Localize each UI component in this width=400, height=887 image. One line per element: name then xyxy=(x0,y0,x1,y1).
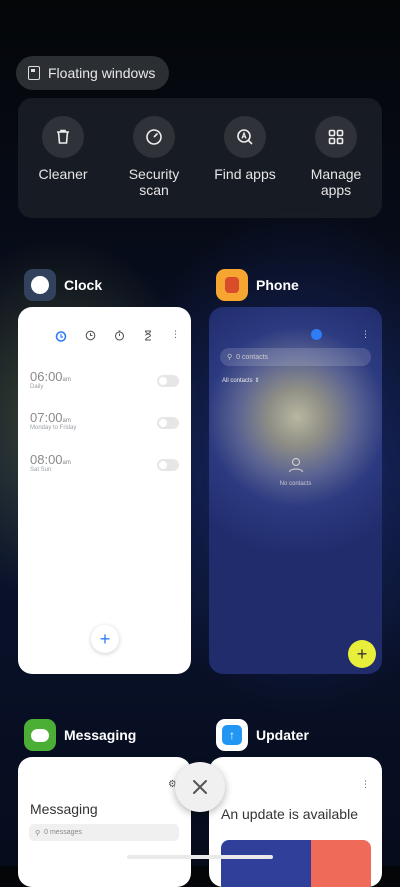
updater-app-icon: ↑ xyxy=(216,719,248,751)
close-all-button[interactable] xyxy=(175,762,225,812)
messaging-app-card[interactable]: ⚙ Messaging ⚲ 0 messages xyxy=(18,757,191,887)
manage-apps-button[interactable]: Manage apps xyxy=(291,116,381,198)
contacts-filter[interactable]: All contacts ⇕ xyxy=(222,377,259,384)
clock-app-name: Clock xyxy=(64,277,103,293)
trash-icon xyxy=(57,129,69,144)
updater-app-card[interactable]: ⋮ An update is available xyxy=(209,757,382,887)
clock-app-icon xyxy=(24,269,56,301)
alarm-row[interactable]: 08:00am Sat Sun xyxy=(30,452,71,473)
stopwatch-tab-icon[interactable] xyxy=(114,330,125,341)
updater-app-header[interactable]: ↑ Updater xyxy=(216,719,309,751)
update-message: An update is available xyxy=(221,806,358,822)
messaging-title: Messaging xyxy=(30,801,98,817)
search-a-icon xyxy=(237,129,253,145)
more-options-icon[interactable]: ⋮ xyxy=(361,779,370,790)
floating-windows-button[interactable]: Floating windows xyxy=(16,56,170,90)
quick-tools-panel: Cleaner Security scan Find apps Manage a… xyxy=(18,98,382,218)
security-scan-button[interactable]: Security scan xyxy=(109,116,199,198)
phone-app-header[interactable]: Phone xyxy=(216,269,299,301)
alarm-toggle[interactable] xyxy=(157,417,179,429)
world-clock-tab-icon[interactable] xyxy=(85,330,96,341)
person-icon xyxy=(288,457,304,473)
grid-icon xyxy=(328,129,344,145)
contacts-search-input[interactable]: ⚲ 0 contacts xyxy=(220,348,371,366)
cleaner-button[interactable]: Cleaner xyxy=(18,116,108,182)
add-contact-button[interactable]: + xyxy=(348,640,376,668)
messaging-app-icon xyxy=(24,719,56,751)
speedometer-icon xyxy=(146,129,162,145)
timer-tab-icon[interactable] xyxy=(143,330,153,341)
alarm-toggle[interactable] xyxy=(157,459,179,471)
empty-state-text: No contacts xyxy=(279,481,312,487)
messaging-app-name: Messaging xyxy=(64,727,137,743)
more-options-icon[interactable]: ⋮ xyxy=(361,329,370,340)
more-options-icon[interactable]: ⋮ xyxy=(171,329,180,340)
floating-window-icon xyxy=(28,66,40,80)
plus-icon: + xyxy=(99,628,111,649)
search-icon: ⚲ xyxy=(227,354,233,361)
add-alarm-button[interactable]: + xyxy=(91,625,119,653)
floating-windows-label: Floating windows xyxy=(48,65,156,81)
clock-app-card[interactable]: ⋮ 06:00am Daily 07:00am Monday to Friday… xyxy=(18,307,191,674)
sort-icon: ⇕ xyxy=(254,378,260,384)
update-banner-image xyxy=(221,840,371,887)
phone-app-icon xyxy=(216,269,248,301)
phone-app-card[interactable]: ⋮ ⚲ 0 contacts All contacts ⇕ No contact… xyxy=(209,307,382,674)
alarm-row[interactable]: 06:00am Daily xyxy=(30,369,71,390)
clock-app-header[interactable]: Clock xyxy=(24,269,102,301)
close-icon xyxy=(193,780,207,794)
alarm-toggle[interactable] xyxy=(157,375,179,387)
phone-app-name: Phone xyxy=(256,277,299,293)
alarm-tab-icon[interactable] xyxy=(55,330,67,342)
search-icon: ⚲ xyxy=(35,829,41,837)
updater-app-name: Updater xyxy=(256,727,309,743)
plus-icon: + xyxy=(356,643,368,664)
find-apps-button[interactable]: Find apps xyxy=(200,116,290,182)
alarm-row[interactable]: 07:00am Monday to Friday xyxy=(30,410,76,431)
home-indicator[interactable] xyxy=(127,855,273,859)
messages-search-input[interactable]: ⚲ 0 messages xyxy=(29,824,179,841)
dialpad-tab-icon[interactable] xyxy=(311,329,322,340)
messaging-app-header[interactable]: Messaging xyxy=(24,719,136,751)
